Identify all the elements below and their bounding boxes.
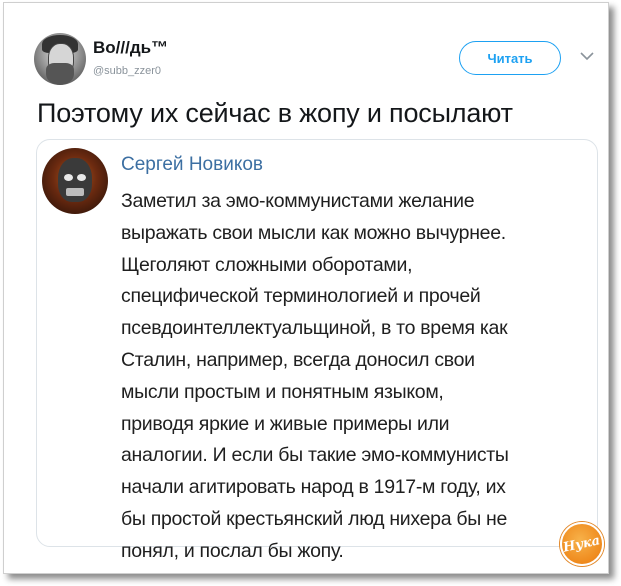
post-line: мысли простым и понятным языком, [121,380,444,403]
quoted-post-card[interactable]: Сергей Новиков Заметил за эмо-коммуниста… [36,139,598,562]
post-line: бы простой крестьянский люд нихера бы не [121,507,508,530]
post-line: приводя яркие и живые примеры или [121,412,450,435]
watermark-text: Нука [562,532,602,556]
avatar-eye-left [64,174,73,181]
post-line: аналогии. И если бы такие эмо-коммунисты [121,444,509,467]
post-line: понял, и послал бы жопу. [121,539,344,562]
post-author-name[interactable]: Сергей Новиков [121,154,263,176]
post-author-avatar[interactable] [42,148,108,214]
post-line: псевдоинтеллектуальщиной, в то время как [121,317,508,340]
avatar-beard [46,63,74,85]
screenshot-frame: Во///дь™ @subb_zzer0 Читать Поэтому их с… [3,2,609,574]
avatar-mouth [66,188,84,196]
user-handle[interactable]: @subb_zzer0 [93,65,161,77]
tweet-text: Поэтому их сейчас в жопу и посылают [37,98,513,128]
post-body: Заметил за эмо-коммунистами желание выра… [121,186,509,568]
post-line: специфической терминологией и прочей [121,285,481,308]
follow-button[interactable]: Читать [459,41,561,75]
post-line: Сталин, например, всегда доносил свои [121,348,475,371]
avatar-eye-right [77,174,86,181]
post-line: Заметил за эмо-коммунистами желание [121,190,475,212]
post-line: Щеголяют сложными оборотами, [121,253,413,276]
user-avatar[interactable] [34,33,86,85]
post-line: начали агитировать народ в 1917-м году, … [121,476,506,499]
chevron-down-icon[interactable] [580,51,594,61]
post-line: выражать свои мысли как можно вычурнее. [121,221,506,244]
watermark-logo: Нука [560,522,604,566]
user-display-name[interactable]: Во///дь™ [93,38,168,58]
